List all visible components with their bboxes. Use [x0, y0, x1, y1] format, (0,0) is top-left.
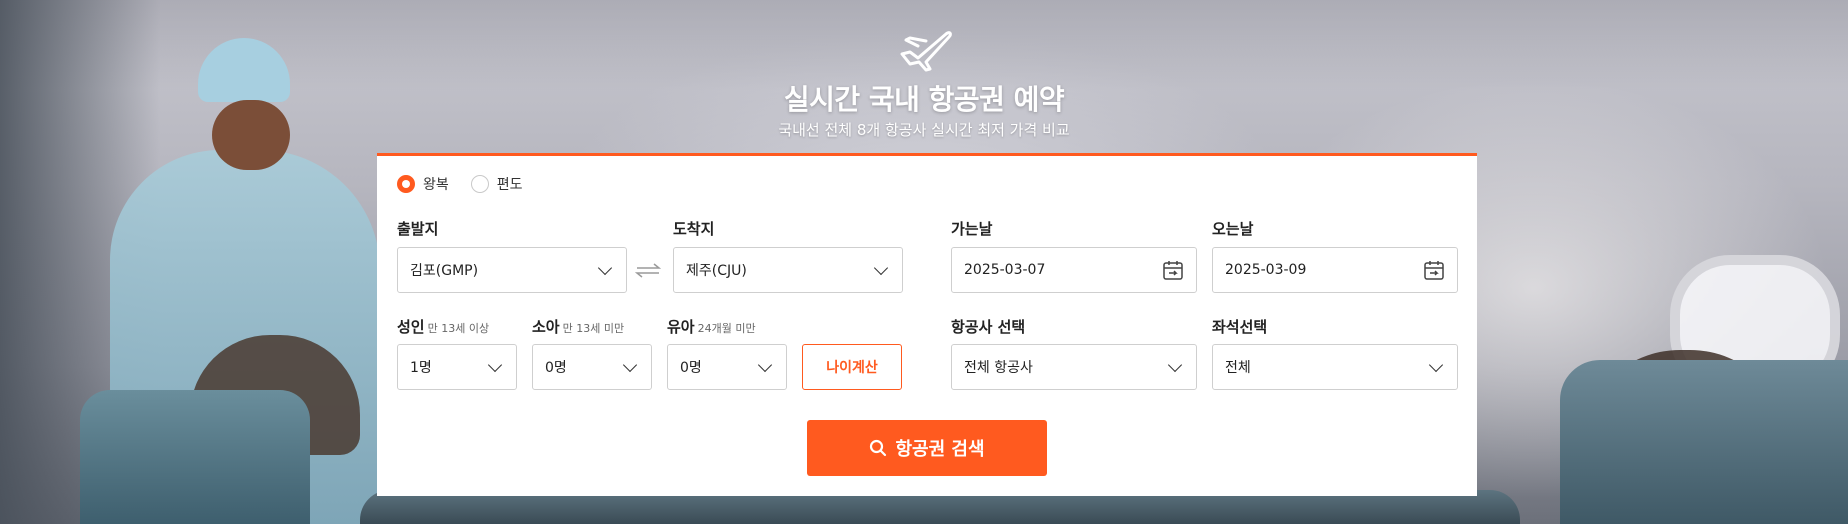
adult-hint: 만 13세 이상 — [427, 322, 490, 335]
calendar-icon — [1163, 261, 1183, 280]
seat-label: 좌석선택 — [1212, 318, 1268, 336]
search-button-label: 항공권 검색 — [895, 439, 985, 460]
seat-right — [1560, 360, 1848, 524]
trip-type-group: 왕복 편도 — [397, 174, 523, 194]
chevron-down-icon — [597, 260, 613, 275]
adult-label: 성인 만 13세 이상 — [397, 316, 489, 337]
chevron-down-icon — [757, 357, 773, 372]
infant-count-value: 0명 — [680, 360, 702, 376]
airline-select[interactable]: 전체 항공사 — [951, 344, 1197, 390]
return-date-value: 2025-03-09 — [1225, 262, 1307, 278]
age-calculator-button[interactable]: 나이계산 — [802, 344, 902, 390]
trip-type-roundtrip[interactable]: 왕복 — [397, 174, 449, 194]
adult-count-select[interactable]: 1명 — [397, 344, 517, 390]
child-hint: 만 13세 미만 — [562, 322, 625, 335]
departure-label: 출발지 — [397, 220, 439, 238]
search-icon — [870, 439, 887, 457]
chevron-down-icon — [1167, 357, 1183, 372]
depart-date-value: 2025-03-07 — [964, 262, 1046, 278]
infant-label-text: 유아 — [667, 318, 695, 336]
adult-label-text: 성인 — [397, 318, 425, 336]
calendar-icon — [1424, 261, 1444, 280]
chevron-down-icon — [1428, 357, 1444, 372]
infant-label: 유아 24개월 미만 — [667, 316, 756, 337]
depart-date-field[interactable]: 2025-03-07 — [951, 247, 1197, 293]
child-label-text: 소아 — [532, 318, 560, 336]
chevron-down-icon — [873, 260, 889, 275]
flight-search-panel: 왕복 편도 출발지 김포(GMP) 도착지 제주(CJU) 가는날 2025-0… — [377, 153, 1477, 496]
swap-arrows-icon[interactable] — [635, 260, 661, 280]
return-date-label: 오는날 — [1212, 220, 1254, 238]
trip-type-label: 편도 — [496, 177, 523, 193]
depart-date-label: 가는날 — [951, 220, 993, 238]
page-title: 실시간 국내 항공권 예약 — [783, 83, 1065, 116]
adult-count-value: 1명 — [410, 360, 432, 376]
arrival-select[interactable]: 제주(CJU) — [673, 247, 903, 293]
child-label: 소아 만 13세 미만 — [532, 316, 624, 337]
infant-count-select[interactable]: 0명 — [667, 344, 787, 390]
airline-label: 항공사 선택 — [951, 318, 1026, 336]
return-date-field[interactable]: 2025-03-09 — [1212, 247, 1458, 293]
seat-value: 전체 — [1225, 360, 1251, 376]
infant-hint: 24개월 미만 — [697, 322, 756, 335]
airplane-icon — [900, 31, 952, 72]
child-count-select[interactable]: 0명 — [532, 344, 652, 390]
flight-search-button[interactable]: 항공권 검색 — [807, 420, 1047, 476]
chevron-down-icon — [487, 357, 503, 372]
departure-value: 김포(GMP) — [410, 263, 479, 279]
seat-left — [80, 390, 310, 524]
child-count-value: 0명 — [545, 360, 567, 376]
chevron-down-icon — [622, 357, 638, 372]
trip-type-label: 왕복 — [423, 177, 449, 193]
radio-selected-icon — [397, 175, 415, 193]
airline-value: 전체 항공사 — [964, 360, 1033, 376]
seat-select[interactable]: 전체 — [1212, 344, 1458, 390]
trip-type-oneway[interactable]: 편도 — [470, 174, 523, 194]
arrival-value: 제주(CJU) — [686, 263, 747, 279]
departure-select[interactable]: 김포(GMP) — [397, 247, 627, 293]
page-subtitle: 국내선 전체 8개 항공사 실시간 최저 가격 비교 — [778, 121, 1070, 139]
radio-unselected-icon — [470, 175, 489, 193]
arrival-label: 도착지 — [673, 220, 715, 238]
